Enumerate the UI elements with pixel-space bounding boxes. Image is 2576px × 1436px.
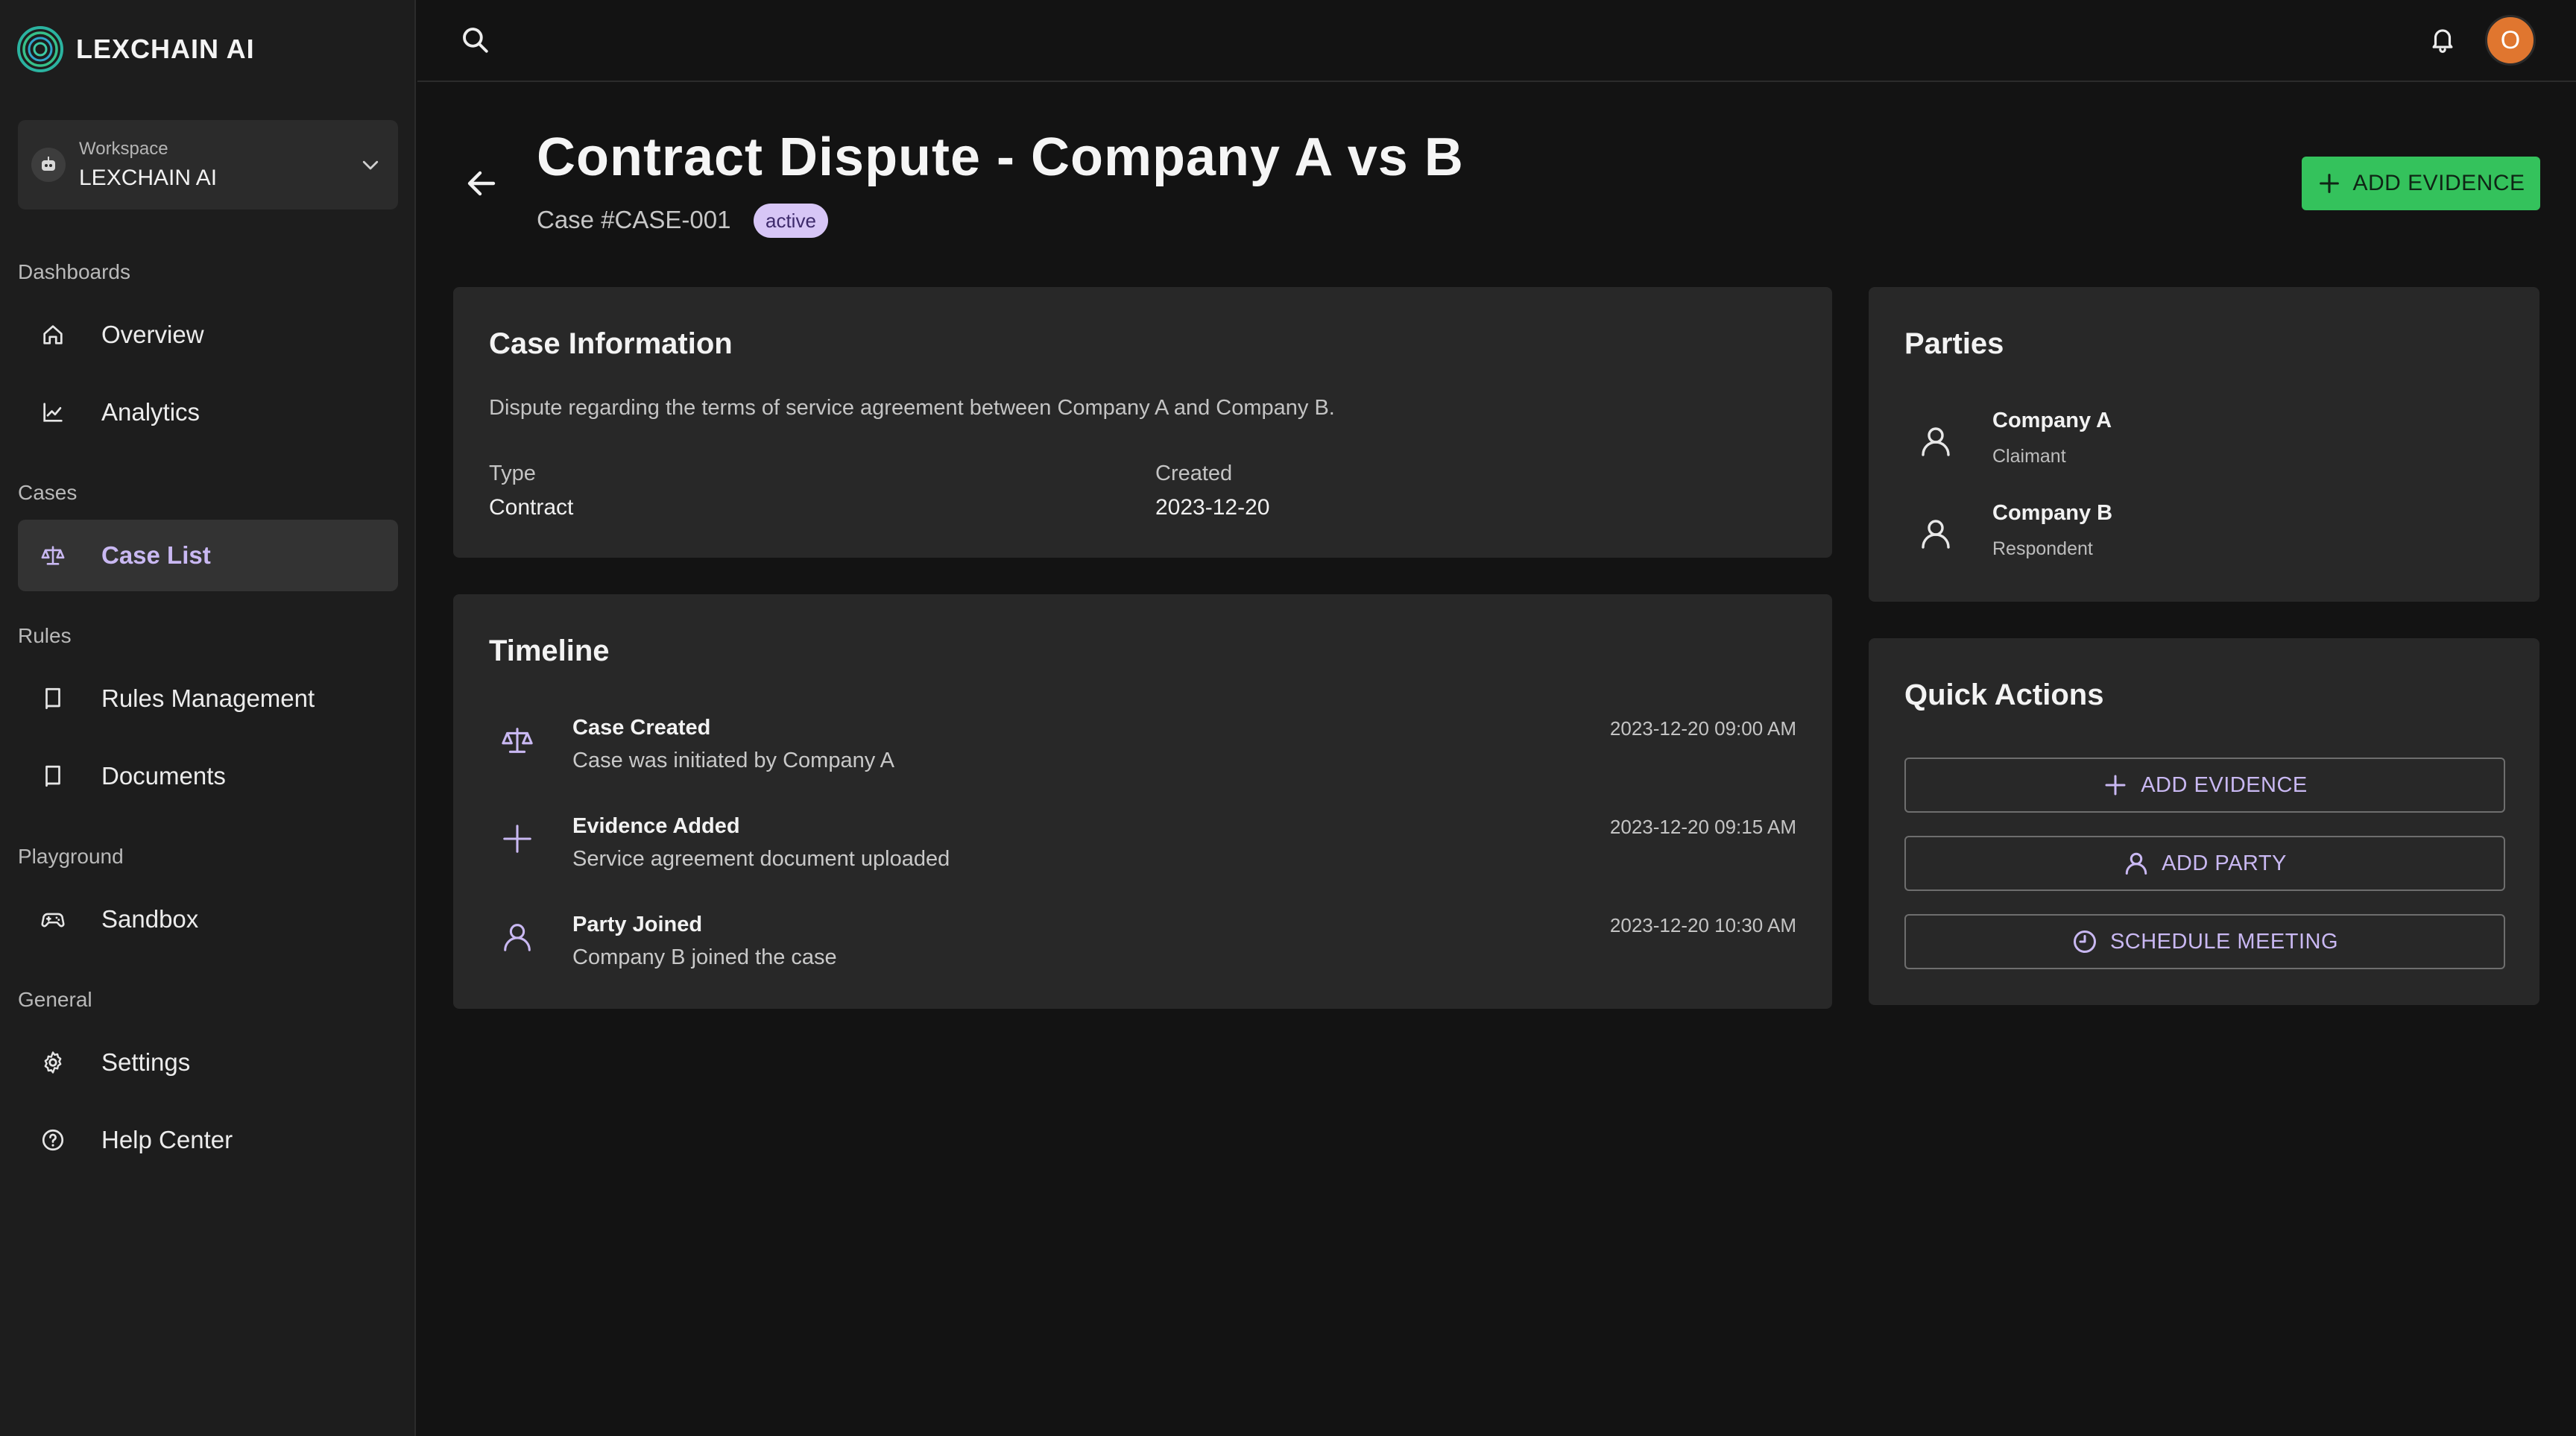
quick-add-evidence-button[interactable]: ADD EVIDENCE: [1904, 758, 2505, 813]
timeline-event: Case Created Case was initiated by Compa…: [453, 716, 1832, 790]
page-title: Contract Dispute - Company A vs B: [537, 127, 1464, 187]
sidebar-item-label: Overview: [101, 321, 204, 348]
workspace-switcher[interactable]: Workspace LEXCHAIN AI: [18, 120, 398, 210]
scale-icon: [41, 546, 65, 565]
top-bar: O: [417, 0, 2576, 82]
sidebar: LEXCHAIN AI Workspace LEXCHAIN AI Dashbo…: [0, 0, 416, 1436]
timeline-event-time: 2023-12-20 09:00 AM: [1609, 717, 1796, 740]
gamepad-icon: [41, 913, 65, 928]
book-icon: [45, 687, 60, 710]
timeline-card: Timeline Case Created Case was initiated…: [453, 594, 1832, 1009]
case-type: Type Contract: [489, 462, 573, 520]
help-icon: [42, 1129, 64, 1151]
search-icon[interactable]: [459, 24, 490, 55]
quick-actions-card: Quick Actions ADD EVIDENCE ADD PARTY SCH…: [1869, 638, 2539, 1005]
workspace-name: LEXCHAIN AI: [79, 166, 218, 190]
party-role: Respondent: [1992, 538, 2093, 559]
timeline-event: Evidence Added Service agreement documen…: [453, 814, 1832, 889]
user-icon: [1922, 520, 1950, 549]
case-created-label: Created: [1155, 462, 1233, 485]
timeline-event-title: Case Created: [572, 716, 711, 740]
sidebar-item-settings[interactable]: Settings: [18, 1027, 398, 1098]
case-description: Dispute regarding the terms of service a…: [489, 396, 1335, 420]
brand[interactable]: LEXCHAIN AI: [16, 25, 255, 73]
bell-icon[interactable]: [2428, 24, 2457, 54]
timeline-event: Party Joined Company B joined the case 2…: [453, 913, 1832, 987]
plus-icon: [503, 825, 531, 853]
user-avatar[interactable]: O: [2485, 15, 2536, 66]
case-information-card: Case Information Dispute regarding the t…: [453, 287, 1832, 558]
card-title: Timeline: [489, 634, 610, 667]
add-evidence-label: ADD EVIDENCE: [2352, 171, 2525, 195]
sidebar-item-label: Help Center: [101, 1126, 233, 1153]
card-title: Quick Actions: [1904, 678, 2104, 711]
section-label-playground: Playground: [18, 845, 124, 868]
case-id: Case #CASE-001: [537, 206, 731, 233]
party-item[interactable]: Company A Claimant: [1904, 409, 2501, 483]
quick-add-evidence-label: ADD EVIDENCE: [2141, 772, 2308, 797]
section-label-dashboards: Dashboards: [18, 260, 130, 283]
clock-icon: [2073, 930, 2096, 953]
section-label-general: General: [18, 988, 92, 1011]
sidebar-item-label: Documents: [101, 762, 226, 790]
chevron-down-icon: [362, 160, 379, 170]
plus-icon: [2105, 775, 2126, 796]
back-arrow-icon[interactable]: [464, 166, 499, 201]
card-title: Case Information: [489, 327, 733, 360]
timeline-event-title: Party Joined: [572, 913, 703, 936]
home-icon: [43, 325, 63, 344]
sidebar-item-documents[interactable]: Documents: [18, 740, 398, 812]
add-party-label: ADD PARTY: [2162, 851, 2287, 875]
sidebar-item-analytics[interactable]: Analytics: [18, 377, 398, 448]
book-icon: [45, 765, 60, 787]
workspace-label: Workspace: [79, 139, 168, 159]
schedule-meeting-label: SCHEDULE MEETING: [2109, 929, 2339, 954]
gear-icon: [44, 1051, 62, 1074]
add-evidence-button[interactable]: ADD EVIDENCE: [2302, 157, 2540, 210]
sidebar-item-case-list[interactable]: Case List: [18, 520, 398, 591]
user-icon: [504, 924, 531, 951]
add-party-button[interactable]: ADD PARTY: [1904, 836, 2505, 891]
brand-name: LEXCHAIN AI: [76, 34, 255, 64]
party-name: Company A: [1992, 409, 2112, 432]
timeline-event-time: 2023-12-20 10:30 AM: [1609, 914, 1796, 936]
sidebar-item-label: Settings: [101, 1048, 191, 1076]
party-role: Claimant: [1992, 446, 2066, 467]
case-type-value: Contract: [489, 495, 574, 520]
plus-icon: [2320, 174, 2340, 193]
party-item[interactable]: Company B Respondent: [1904, 501, 2501, 576]
sidebar-item-sandbox[interactable]: Sandbox: [18, 884, 398, 955]
user-icon: [1922, 427, 1950, 456]
timeline-event-description: Company B joined the case: [572, 945, 837, 969]
chart-icon: [43, 403, 63, 422]
case-created-value: 2023-12-20: [1155, 495, 1270, 520]
status-badge: active: [754, 204, 828, 238]
parties-card: Parties Company A Claimant Company B Res…: [1869, 287, 2539, 602]
robot-icon: [42, 157, 55, 171]
sidebar-item-label: Sandbox: [101, 905, 199, 933]
section-label-rules: Rules: [18, 624, 72, 647]
sidebar-item-label: Case List: [101, 541, 211, 569]
timeline-event-description: Service agreement document uploaded: [572, 847, 950, 871]
sidebar-item-label: Analytics: [101, 398, 201, 426]
timeline-event-title: Evidence Added: [572, 814, 740, 838]
scale-icon: [502, 728, 533, 753]
section-label-cases: Cases: [18, 481, 78, 504]
timeline-event-description: Case was initiated by Company A: [572, 749, 894, 772]
user-icon: [2125, 852, 2147, 875]
spiral-logo-icon: [17, 26, 63, 72]
timeline-event-time: 2023-12-20 09:15 AM: [1609, 816, 1796, 838]
card-title: Parties: [1904, 327, 2004, 360]
workspace-avatar: [31, 148, 66, 182]
sidebar-item-label: Rules Management: [101, 684, 315, 712]
case-created: Created 2023-12-20: [1155, 462, 1269, 520]
party-name: Company B: [1992, 501, 2113, 525]
sidebar-item-rules-management[interactable]: Rules Management: [18, 663, 398, 734]
sidebar-item-overview[interactable]: Overview: [18, 299, 398, 371]
case-type-label: Type: [489, 462, 536, 485]
sidebar-item-help-center[interactable]: Help Center: [18, 1104, 398, 1176]
schedule-meeting-button[interactable]: SCHEDULE MEETING: [1904, 914, 2505, 969]
